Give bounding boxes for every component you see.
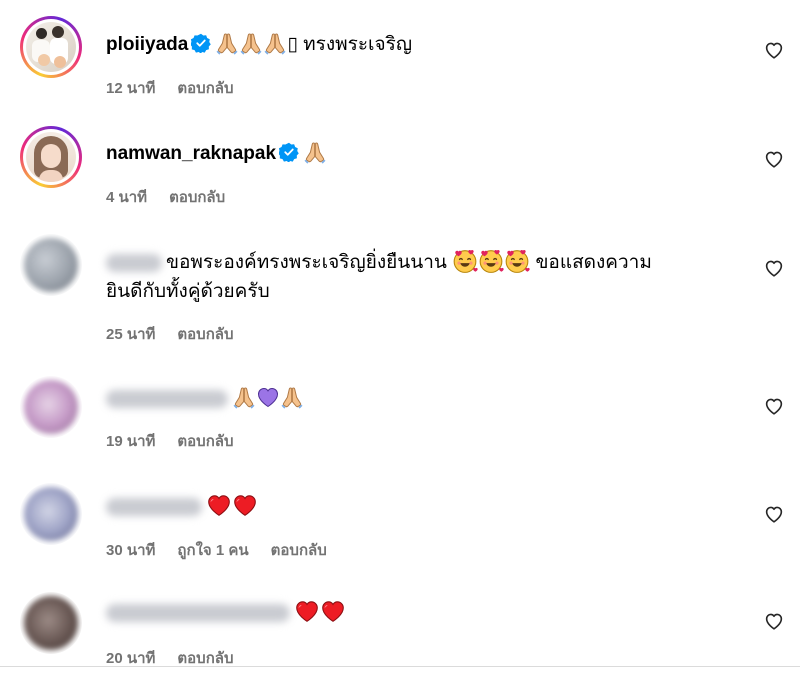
comment-text-line2: ยินดีกับทั้งคู่ด้วยครับ (106, 281, 270, 302)
comment-text-after-emoji: ขอแสดงความ (535, 252, 652, 273)
comment-body (106, 598, 346, 628)
divider (0, 666, 800, 667)
avatar[interactable] (20, 483, 82, 545)
reply-button[interactable]: ตอบกลับ (177, 326, 233, 343)
comment-time[interactable]: 20 นาที (106, 650, 155, 667)
comment-meta: 25 นาที ตอบกลับ (106, 322, 256, 346)
heart-outline-icon[interactable] (764, 612, 784, 630)
blurred-username[interactable] (106, 603, 290, 622)
reply-button[interactable]: ตอบกลับ (177, 80, 233, 97)
folded-hands-icon (263, 31, 287, 55)
heart-outline-icon[interactable] (764, 41, 784, 59)
folded-hands-icon (239, 31, 263, 55)
comment-text: ทรงพระเจริญ (303, 34, 413, 55)
comment-time[interactable]: 30 นาที (106, 542, 155, 559)
heart-outline-icon[interactable] (764, 397, 784, 415)
smiling-face-with-hearts-icon (478, 248, 504, 274)
comment-time[interactable]: 19 นาที (106, 433, 155, 450)
red-heart-icon (206, 493, 232, 517)
comment-body: ploiiyada ▯ ทรงพระเจริญ (106, 30, 412, 60)
blurred-username[interactable] (106, 389, 228, 408)
avatar[interactable] (20, 126, 82, 188)
reply-button[interactable]: ตอบกลับ (271, 542, 327, 559)
reply-button[interactable]: ตอบกลับ (169, 189, 225, 206)
red-heart-icon (320, 599, 346, 623)
reply-button[interactable]: ตอบกลับ (177, 433, 233, 450)
comment-meta: 12 นาที ตอบกลับ (106, 76, 256, 100)
avatar[interactable] (20, 592, 82, 654)
blurred-username[interactable] (106, 253, 162, 272)
comment-body (106, 384, 304, 414)
folded-hands-icon (232, 385, 256, 409)
smiling-face-with-hearts-icon (504, 248, 530, 274)
folded-hands-icon (215, 31, 239, 55)
purple-heart-icon (256, 386, 280, 408)
reply-button[interactable]: ตอบกลับ (177, 650, 233, 667)
comment-meta: 19 นาที ตอบกลับ (106, 429, 256, 453)
verified-badge-icon (191, 33, 211, 53)
avatar[interactable] (20, 16, 82, 78)
avatar[interactable] (20, 234, 82, 296)
comment-time[interactable]: 4 นาที (106, 189, 147, 206)
comment-body-continued: ยินดีกับทั้งคู่ด้วยครับ (106, 277, 270, 307)
comment-body: ขอพระองค์ทรงพระเจริญยิ่งยืนนาน ขอแสดงควา… (106, 248, 652, 278)
comment-time[interactable]: 12 นาที (106, 80, 155, 97)
comment-time[interactable]: 25 นาที (106, 326, 155, 343)
comment-meta: 30 นาที ถูกใจ 1 คน ตอบกลับ (106, 538, 349, 562)
red-heart-icon (232, 493, 258, 517)
comment-body: namwan_raknapak (106, 139, 327, 169)
heart-outline-icon[interactable] (764, 259, 784, 277)
heart-outline-icon[interactable] (764, 150, 784, 168)
avatar[interactable] (20, 376, 82, 438)
comment-username[interactable]: ploiiyada (106, 34, 188, 55)
likes-count[interactable]: ถูกใจ 1 คน (177, 542, 248, 559)
verified-badge-icon (279, 142, 299, 162)
comment-text: ขอพระองค์ทรงพระเจริญยิ่งยืนนาน (166, 252, 447, 273)
red-heart-icon (294, 599, 320, 623)
comment-username[interactable]: namwan_raknapak (106, 143, 276, 164)
smiling-face-with-hearts-icon (452, 248, 478, 274)
missing-glyph: ▯ (287, 34, 298, 55)
comment-body (106, 492, 258, 522)
blurred-username[interactable] (106, 497, 202, 516)
comment-meta: 4 นาที ตอบกลับ (106, 185, 247, 209)
folded-hands-icon (280, 385, 304, 409)
folded-hands-icon (303, 140, 327, 164)
heart-outline-icon[interactable] (764, 505, 784, 523)
